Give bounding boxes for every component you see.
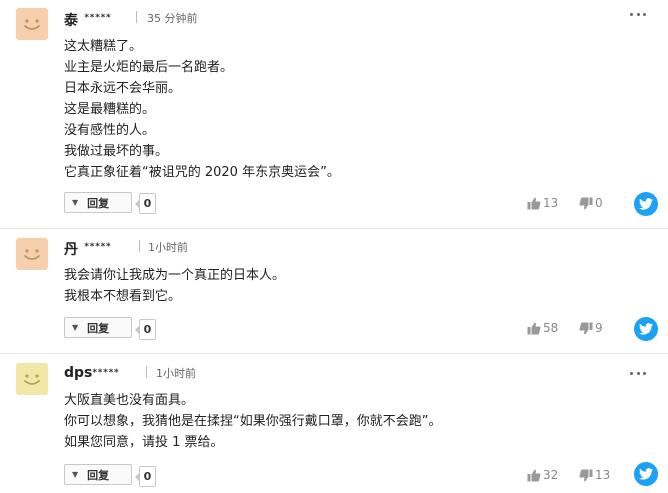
avatar[interactable]	[16, 363, 48, 395]
like-button[interactable]: 32	[527, 468, 558, 482]
comment-1: 泰 ***** 35 分钟前 这太糟糕了。 业主是火炬的最后一名跑者。 日本永远…	[0, 0, 668, 226]
twitter-share-icon[interactable]	[634, 192, 658, 216]
masked-user-id: *****	[92, 368, 120, 378]
more-options-icon[interactable]	[630, 370, 646, 376]
like-count: 13	[543, 196, 559, 210]
reply-label: 回复	[87, 321, 110, 335]
dislike-count: 9	[595, 321, 603, 335]
dislike-count: 0	[595, 196, 603, 210]
reply-label: 回复	[87, 196, 110, 210]
comment-timestamp: 1小时前	[148, 241, 188, 254]
reply-count: 0	[135, 193, 156, 214]
chevron-down-icon: ▼	[72, 470, 79, 479]
like-count: 58	[543, 321, 559, 335]
chevron-down-icon: ▼	[72, 198, 79, 207]
like-button[interactable]: 13	[527, 196, 558, 210]
like-count: 32	[543, 468, 559, 482]
reply-count: 0	[135, 319, 156, 340]
comment-line: 我根本不想看到它。	[64, 289, 182, 304]
avatar[interactable]	[16, 8, 48, 40]
dislike-button[interactable]: 0	[579, 196, 603, 210]
thumbs-up-icon	[527, 197, 541, 209]
avatar[interactable]	[16, 238, 48, 270]
comment-body: 我会请你让我成为一个真正的日本人。 我根本不想看到它。	[64, 265, 285, 307]
reply-count: 0	[135, 466, 156, 487]
comment-line: 业主是火炬的最后一名跑者。	[64, 60, 234, 75]
reply-label: 回复	[87, 468, 110, 482]
more-options-icon[interactable]	[630, 11, 646, 17]
smiley-face-icon	[24, 249, 40, 260]
comment-line: 我会请你让我成为一个真正的日本人。	[64, 268, 286, 283]
reply-button[interactable]: ▼ 回复	[64, 317, 132, 338]
smiley-face-icon	[24, 374, 40, 385]
comment-body: 大阪直美也没有面具。 你可以想象，我猜他是在揉捏“如果你强行戴口罩，你就不会跑”…	[64, 390, 441, 453]
thumbs-up-icon	[527, 322, 541, 334]
thumbs-down-icon	[579, 469, 593, 481]
smiley-face-icon	[24, 19, 40, 30]
reply-button[interactable]: ▼ 回复	[64, 192, 132, 213]
dislike-count: 13	[595, 468, 611, 482]
comment-author[interactable]: 丹	[64, 239, 78, 259]
separator	[139, 240, 140, 252]
comment-author[interactable]: 泰	[64, 10, 78, 30]
twitter-share-icon[interactable]	[634, 462, 658, 486]
comment-line: 它真正象征着“被诅咒的 2020 年东京奥运会”。	[64, 165, 340, 180]
comment-line: 我做过最坏的事。	[64, 144, 169, 159]
twitter-share-icon[interactable]	[634, 317, 658, 341]
comment-line: 大阪直美也没有面具。	[64, 393, 195, 408]
comment-3: dps ***** 1小时前 大阪直美也没有面具。 你可以想象，我猜他是在揉捏“…	[0, 354, 668, 493]
comment-line: 没有感性的人。	[64, 123, 156, 138]
separator	[136, 11, 137, 23]
comment-line: 日本永远不会华丽。	[64, 81, 182, 96]
thumbs-down-icon	[579, 197, 593, 209]
like-button[interactable]: 58	[527, 321, 558, 335]
comment-line: 这太糟糕了。	[64, 39, 143, 54]
separator	[146, 366, 147, 378]
masked-user-id: *****	[84, 13, 112, 23]
comment-body: 这太糟糕了。 业主是火炬的最后一名跑者。 日本永远不会华丽。 这是最糟糕的。 没…	[64, 36, 340, 183]
masked-user-id: *****	[84, 242, 112, 252]
comment-2: 丹 ***** 1小时前 我会请你让我成为一个真正的日本人。 我根本不想看到它。…	[0, 229, 668, 353]
dislike-button[interactable]: 13	[579, 468, 610, 482]
comment-line: 如果您同意，请投 1 票给。	[64, 435, 224, 450]
comment-author[interactable]: dps	[64, 365, 92, 381]
comment-timestamp: 35 分钟前	[147, 12, 198, 25]
comment-line: 你可以想象，我猜他是在揉捏“如果你强行戴口罩，你就不会跑”。	[64, 414, 442, 429]
dislike-button[interactable]: 9	[579, 321, 603, 335]
thumbs-down-icon	[579, 322, 593, 334]
reply-button[interactable]: ▼ 回复	[64, 464, 132, 485]
comment-line: 这是最糟糕的。	[64, 102, 156, 117]
chevron-down-icon: ▼	[72, 323, 79, 332]
thumbs-up-icon	[527, 469, 541, 481]
comment-timestamp: 1小时前	[156, 367, 196, 380]
